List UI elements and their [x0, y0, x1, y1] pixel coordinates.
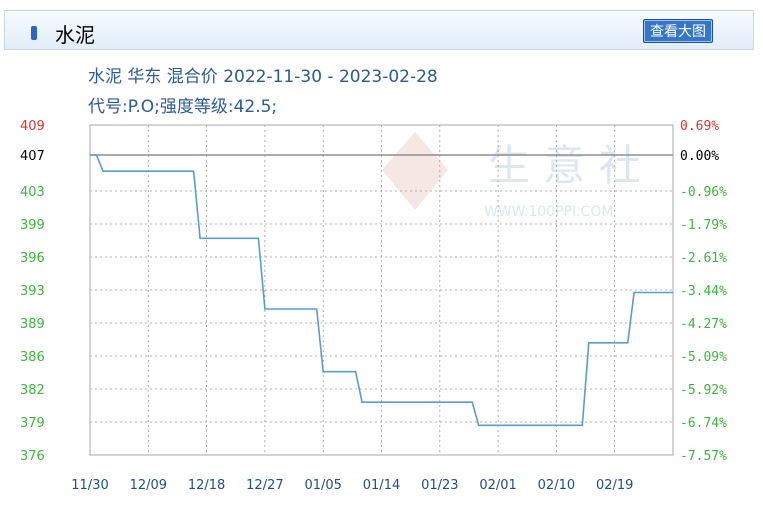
y-right-tick-label: -7.57% [680, 449, 727, 464]
y-left-tick-label: 389 [20, 317, 45, 332]
watermark: 生 意 社 WWW.100PPI.COM [382, 132, 641, 220]
watermark-url: WWW.100PPI.COM [484, 204, 613, 220]
y-right-tick-label: 0.69% [680, 119, 719, 134]
watermark-text: 生 意 社 [488, 141, 641, 190]
y-right-tick-label: -6.74% [680, 416, 727, 431]
x-tick-label: 01/23 [421, 478, 458, 493]
y-right-tick-label: -3.44% [680, 284, 727, 299]
x-tick-label: 11/30 [71, 478, 108, 493]
y-left-tick-label: 407 [20, 149, 45, 164]
x-tick-label: 12/18 [188, 478, 225, 493]
y-right-tick-label: -4.27% [680, 317, 727, 332]
price-chart: 生 意 社 WWW.100PPI.COM 409 407 403 399 396 393 389… [20, 119, 727, 493]
y-left-tick-label: 386 [20, 350, 45, 365]
x-tick-label: 12/09 [130, 478, 167, 493]
x-tick-label: 01/14 [363, 478, 400, 493]
watermark-logo [382, 132, 448, 210]
y-right-tick-label: -0.96% [680, 185, 727, 200]
x-tick-label: 12/27 [246, 478, 283, 493]
y-right-tick-label: -5.92% [680, 383, 727, 398]
y-left-tick-label: 393 [20, 284, 45, 299]
y-left-tick-label: 382 [20, 383, 45, 398]
y-right-tick-label: -5.09% [680, 350, 727, 365]
y-right-tick-label: -1.79% [680, 218, 727, 233]
x-tick-label: 01/05 [304, 478, 341, 493]
x-tick-label: 02/10 [538, 478, 575, 493]
y-left-tick-label: 409 [20, 119, 45, 134]
y-left-tick-label: 376 [20, 449, 45, 464]
y-left-tick-label: 396 [20, 251, 45, 266]
y-right-tick-label: -2.61% [680, 251, 727, 266]
x-tick-label: 02/01 [479, 478, 516, 493]
x-tick-label: 02/19 [596, 478, 633, 493]
y-left-tick-label: 399 [20, 218, 45, 233]
y-left-tick-label: 403 [20, 185, 45, 200]
y-right-tick-label: 0.00% [680, 149, 719, 164]
y-left-tick-label: 379 [20, 416, 45, 431]
